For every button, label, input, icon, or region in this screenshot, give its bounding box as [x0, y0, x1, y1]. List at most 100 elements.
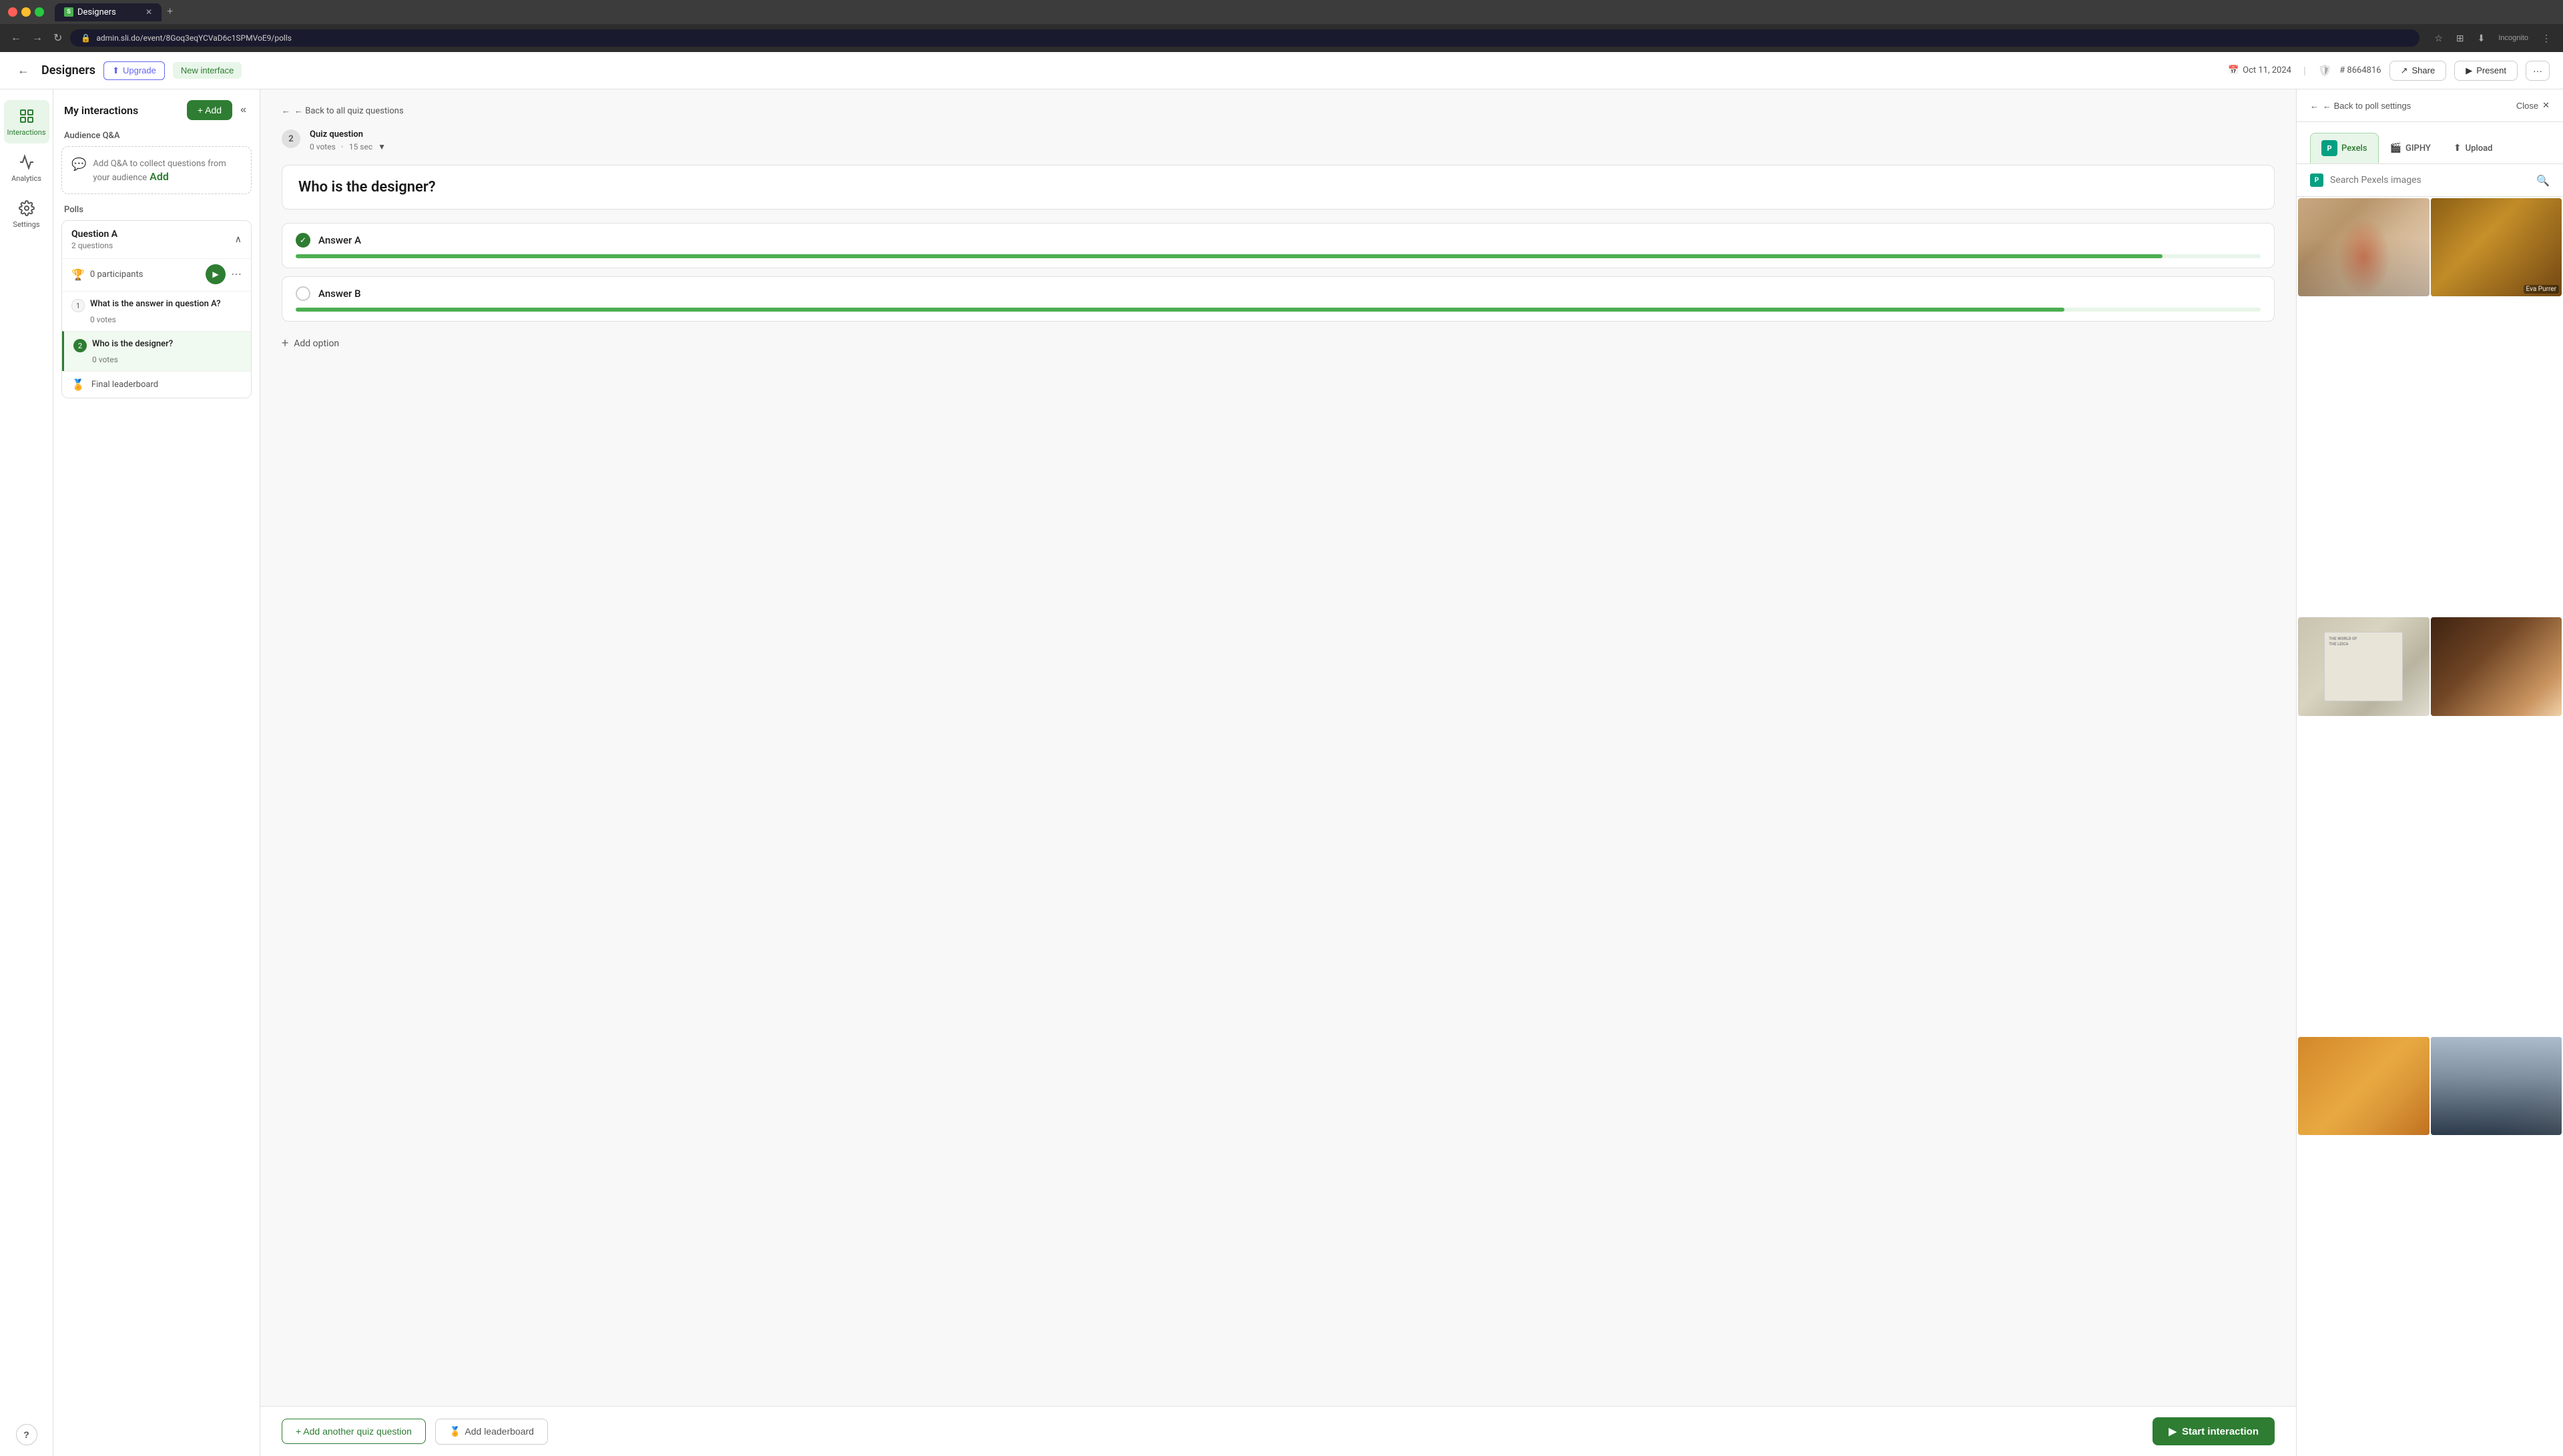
answer-option-b[interactable]: Answer B: [282, 276, 2275, 322]
participant-row: 🏆 0 participants ▶ ⋯: [62, 258, 251, 291]
giphy-icon: 🎬: [2390, 143, 2401, 153]
votes-count: 0 votes: [310, 142, 336, 151]
tab-close-btn[interactable]: ✕: [146, 7, 152, 17]
window-max-btn[interactable]: [35, 7, 44, 17]
answer-check-b: [296, 286, 310, 301]
bottom-actions: + Add another quiz question 🏅 Add leader…: [260, 1406, 2296, 1456]
qa-add-link[interactable]: Add: [150, 170, 169, 183]
new-tab-btn[interactable]: +: [162, 3, 178, 21]
share-btn[interactable]: ↗ Share: [2389, 61, 2447, 81]
search-icon[interactable]: 🔍: [2536, 174, 2550, 187]
pexels-search-logo: P: [2310, 173, 2323, 187]
browser-chrome: S Designers ✕ + ← → ↻ 🔒 admin.sli.do/eve…: [0, 0, 2563, 52]
play-group-btn[interactable]: ▶: [206, 264, 226, 284]
add-quiz-question-btn[interactable]: + Add another quiz question: [282, 1419, 426, 1444]
answer-bar-fill-a: [296, 254, 2163, 258]
tab-giphy-label: GIPHY: [2405, 143, 2431, 153]
close-panel-btn[interactable]: Close ✕: [2516, 100, 2550, 111]
window-close-btn[interactable]: [8, 7, 17, 17]
search-images-row: P Search Pexels images 🔍: [2297, 164, 2563, 197]
question-text: Who is the designer?: [282, 165, 2275, 210]
images-grid: Eva Purrer THE WORLD OFTHE LEICA: [2297, 197, 2563, 1456]
quiz-stats: 0 votes • 15 sec ▼: [310, 142, 386, 151]
back-to-poll-btn[interactable]: ← ← Back to poll settings: [2310, 101, 2411, 111]
sidebar-interactions-label: Interactions: [7, 128, 45, 137]
settings-icon: [17, 199, 36, 218]
back-to-quiz-link[interactable]: ← ← Back to all quiz questions: [282, 105, 2275, 116]
analytics-icon: [17, 153, 36, 171]
upload-icon: ⬆: [2454, 143, 2462, 153]
quiz-header: 2 Quiz question 0 votes • 15 sec ▼: [282, 129, 2275, 151]
answer-option-a[interactable]: ✓ Answer A: [282, 223, 2275, 268]
leaderboard-icon: 🏅: [71, 378, 85, 391]
new-interface-label: New interface: [181, 65, 234, 75]
image-cell-4[interactable]: [2431, 617, 2562, 715]
tab-upload[interactable]: ⬆ Upload: [2442, 133, 2504, 163]
question-group-header[interactable]: Question A 2 questions ∧: [62, 221, 251, 258]
share-icon: ↗: [2401, 65, 2408, 76]
tab-upload-label: Upload: [2466, 143, 2493, 153]
calendar-icon: 📅: [2228, 65, 2239, 75]
question-title-1: What is the answer in question A?: [90, 298, 221, 310]
question-votes-2: 0 votes: [73, 355, 242, 364]
back-nav-btn[interactable]: ←: [8, 29, 24, 47]
group-more-btn[interactable]: ⋯: [231, 268, 242, 281]
menu-btn[interactable]: ⋮: [2538, 30, 2555, 47]
extensions-btn[interactable]: ⊞: [2452, 30, 2468, 47]
sidebar-item-settings[interactable]: Settings: [4, 192, 49, 236]
add-option-btn[interactable]: + Add option: [282, 330, 2275, 357]
close-label: Close: [2516, 101, 2538, 111]
trophy-icon: 🏆: [71, 268, 85, 281]
qg-title: Question A: [71, 229, 117, 240]
back-link-text: ← Back to all quiz questions: [294, 105, 404, 116]
interactions-icon: [17, 107, 36, 125]
help-btn[interactable]: ?: [16, 1424, 37, 1445]
answer-label-b: Answer B: [318, 288, 361, 300]
question-title-2: Who is the designer?: [92, 338, 173, 350]
sidebar-item-interactions[interactable]: Interactions: [4, 100, 49, 143]
event-id: # 8664816: [2339, 65, 2381, 75]
share-label: Share: [2411, 65, 2435, 75]
start-icon: ▶: [2169, 1425, 2177, 1437]
image-cell-1[interactable]: [2298, 198, 2430, 296]
window-min-btn[interactable]: [21, 7, 31, 17]
image-cell-3[interactable]: THE WORLD OFTHE LEICA: [2298, 617, 2430, 715]
sidebar-item-analytics[interactable]: Analytics: [4, 146, 49, 190]
event-date: 📅 Oct 11, 2024: [2228, 65, 2291, 75]
tab-giphy[interactable]: 🎬 GIPHY: [2379, 133, 2442, 163]
image-cell-6[interactable]: [2431, 1037, 2562, 1135]
audience-qa-label: Audience Q&A: [53, 128, 260, 146]
qg-subtitle: 2 questions: [71, 241, 117, 250]
image-cell-5[interactable]: [2298, 1037, 2430, 1135]
tab-pexels[interactable]: P Pexels: [2310, 133, 2379, 163]
image-cell-2[interactable]: Eva Purrer: [2431, 198, 2562, 296]
present-btn[interactable]: ▶ Present: [2454, 61, 2518, 81]
qg-chevron-icon: ∧: [235, 234, 242, 245]
quiz-question-item-2[interactable]: 2 Who is the designer? 0 votes: [62, 331, 251, 371]
upgrade-btn[interactable]: ⬆ Upgrade: [103, 61, 165, 80]
add-interaction-btn[interactable]: + Add: [187, 100, 232, 120]
more-options-btn[interactable]: ···: [2526, 61, 2550, 81]
active-tab[interactable]: S Designers ✕: [55, 3, 162, 21]
forward-nav-btn[interactable]: →: [29, 29, 45, 47]
final-leaderboard-item[interactable]: 🏅 Final leaderboard: [62, 371, 251, 398]
start-label: Start interaction: [2182, 1426, 2259, 1437]
app-back-btn[interactable]: ←: [13, 59, 33, 81]
audience-qa-section: 💬 Add Q&A to collect questions from your…: [61, 146, 252, 194]
add-leaderboard-btn[interactable]: 🏅 Add leaderboard: [435, 1419, 548, 1445]
collapse-panel-btn[interactable]: «: [238, 101, 249, 119]
add-option-plus-icon: +: [282, 336, 288, 350]
reload-btn[interactable]: ↻: [51, 29, 65, 47]
image-credit-2: Eva Purrer: [2524, 285, 2559, 294]
new-interface-btn[interactable]: New interface: [173, 62, 242, 79]
right-panel: ← ← Back to poll settings Close ✕ P Pexe…: [2296, 89, 2563, 1456]
address-bar[interactable]: 🔒 admin.sli.do/event/8Goq3eqYCVaD6c1SPMV…: [70, 29, 2419, 47]
timer-dropdown-btn[interactable]: ▼: [378, 142, 386, 151]
upgrade-label: Upgrade: [123, 65, 156, 75]
app-title: Designers: [41, 63, 95, 77]
quiz-question-item-1[interactable]: 1 What is the answer in question A? 0 vo…: [62, 291, 251, 331]
download-btn[interactable]: ⬇: [2474, 30, 2490, 47]
bookmark-btn[interactable]: ☆: [2430, 30, 2447, 47]
add-quiz-label: + Add another quiz question: [296, 1426, 412, 1437]
message-icon: 💬: [71, 157, 86, 171]
